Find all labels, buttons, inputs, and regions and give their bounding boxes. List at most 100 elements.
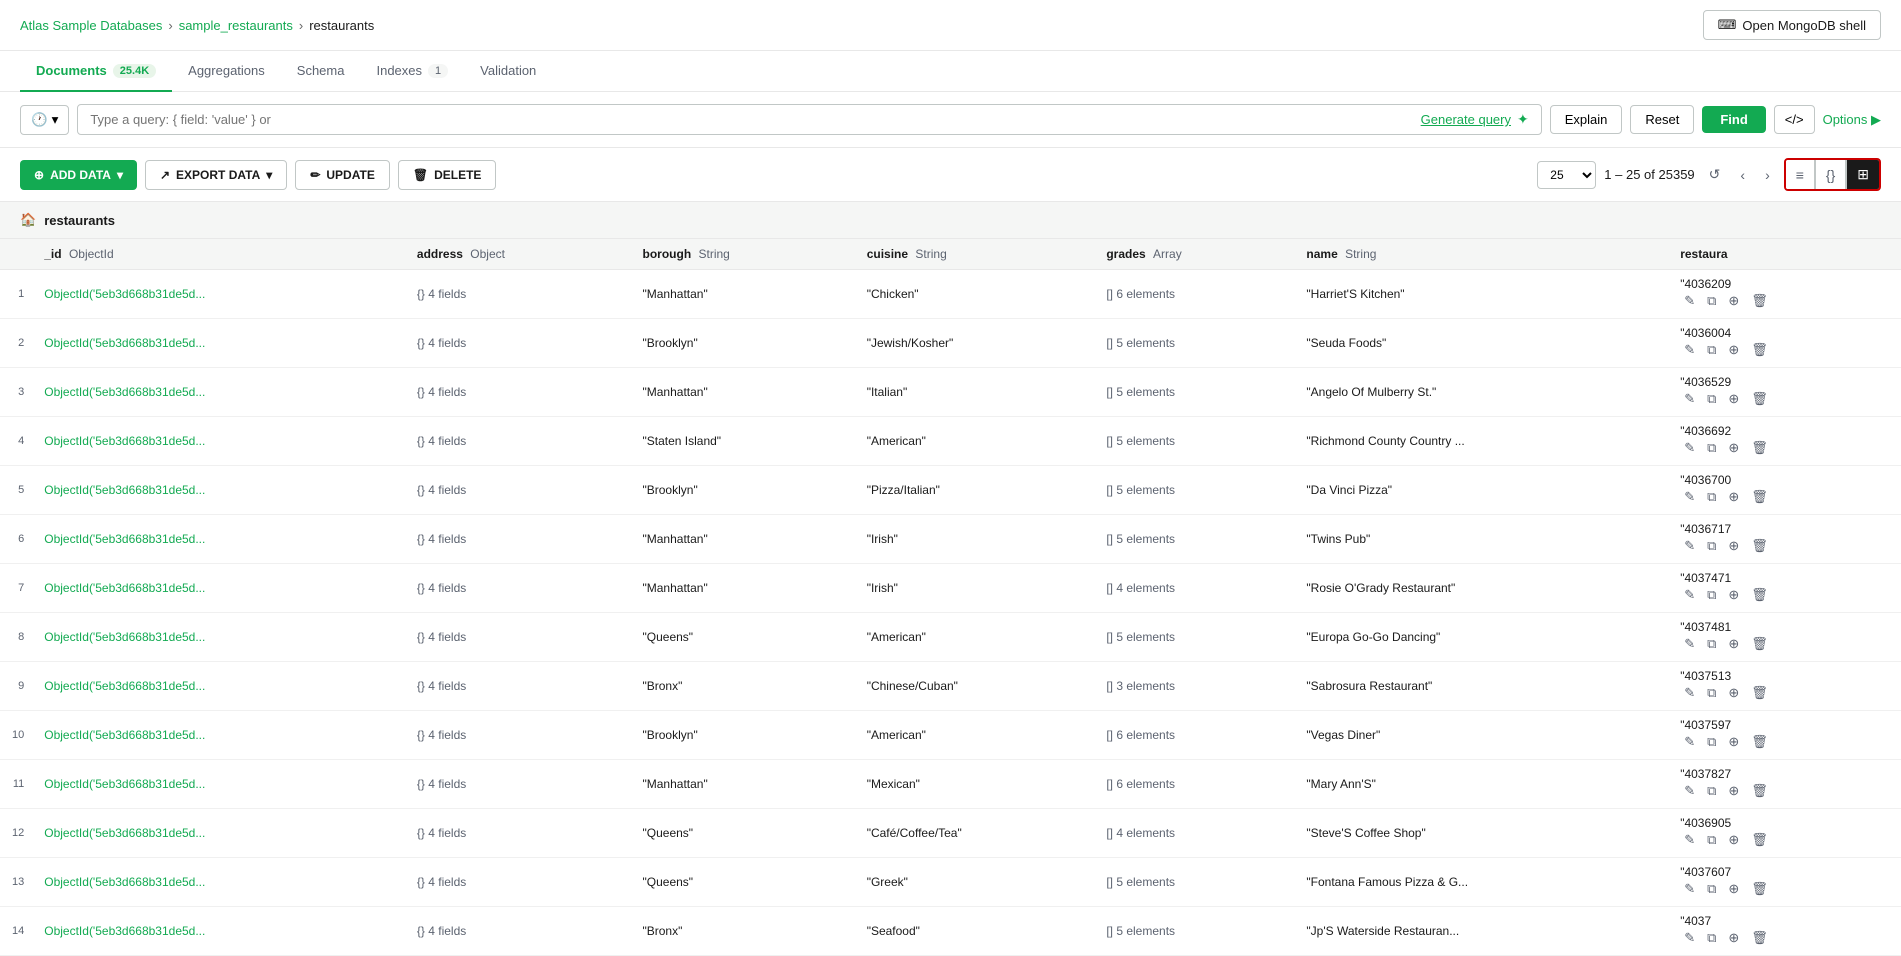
object-id-link[interactable]: ObjectId('5eb3d668b31de5d...: [44, 875, 205, 889]
collection-icon: 🏠: [20, 212, 36, 228]
tab-aggregations[interactable]: Aggregations: [172, 51, 281, 92]
row-edit-button[interactable]: ✎: [1680, 732, 1699, 752]
row-edit-button[interactable]: ✎: [1680, 585, 1699, 605]
row-delete-button[interactable]: 🗑: [1747, 781, 1772, 801]
explain-button[interactable]: Explain: [1550, 105, 1623, 134]
row-delete-button[interactable]: 🗑: [1747, 438, 1772, 458]
row-edit-button[interactable]: ✎: [1680, 291, 1699, 311]
update-button[interactable]: ✏ UPDATE: [295, 160, 390, 190]
collection-header: 🏠 restaurants: [0, 202, 1901, 239]
delete-button[interactable]: 🗑 DELETE: [398, 160, 497, 190]
row-copy-button[interactable]: ⧉: [1703, 291, 1720, 311]
row-clone-button[interactable]: ⊕: [1724, 291, 1743, 311]
row-edit-button[interactable]: ✎: [1680, 879, 1699, 899]
row-edit-button[interactable]: ✎: [1680, 928, 1699, 948]
row-copy-button[interactable]: ⧉: [1703, 683, 1720, 703]
tab-indexes[interactable]: Indexes 1: [360, 51, 464, 92]
row-clone-button[interactable]: ⊕: [1724, 781, 1743, 801]
prev-page-button[interactable]: ‹: [1734, 163, 1751, 187]
object-id-link[interactable]: ObjectId('5eb3d668b31de5d...: [44, 581, 205, 595]
row-copy-button[interactable]: ⧉: [1703, 928, 1720, 948]
object-id-link[interactable]: ObjectId('5eb3d668b31de5d...: [44, 630, 205, 644]
tab-documents[interactable]: Documents 25.4K: [20, 51, 172, 92]
row-clone-button[interactable]: ⊕: [1724, 830, 1743, 850]
row-clone-button[interactable]: ⊕: [1724, 438, 1743, 458]
object-id-link[interactable]: ObjectId('5eb3d668b31de5d...: [44, 532, 205, 546]
reset-button[interactable]: Reset: [1630, 105, 1694, 134]
row-edit-button[interactable]: ✎: [1680, 487, 1699, 507]
row-copy-button[interactable]: ⧉: [1703, 634, 1720, 654]
row-clone-button[interactable]: ⊕: [1724, 585, 1743, 605]
object-id-link[interactable]: ObjectId('5eb3d668b31de5d...: [44, 336, 205, 350]
next-page-button[interactable]: ›: [1759, 163, 1776, 187]
row-copy-button[interactable]: ⧉: [1703, 732, 1720, 752]
table-view-button[interactable]: ⊞: [1847, 160, 1879, 189]
query-history-button[interactable]: 🕐 ▾: [20, 105, 69, 135]
row-edit-button[interactable]: ✎: [1680, 781, 1699, 801]
row-clone-button[interactable]: ⊕: [1724, 389, 1743, 409]
object-id-link[interactable]: ObjectId('5eb3d668b31de5d...: [44, 287, 205, 301]
row-edit-button[interactable]: ✎: [1680, 389, 1699, 409]
row-copy-button[interactable]: ⧉: [1703, 340, 1720, 360]
refresh-button[interactable]: ↺: [1703, 162, 1727, 187]
per-page-select[interactable]: 25 50 100: [1537, 161, 1596, 189]
list-view-button[interactable]: ≡: [1786, 160, 1815, 189]
object-id-link[interactable]: ObjectId('5eb3d668b31de5d...: [44, 924, 205, 938]
open-shell-button[interactable]: ⌨ Open MongoDB shell: [1703, 10, 1881, 40]
breadcrumb-db[interactable]: sample_restaurants: [179, 18, 293, 33]
object-id-link[interactable]: ObjectId('5eb3d668b31de5d...: [44, 385, 205, 399]
add-data-button[interactable]: ⊕ ADD DATA ▾: [20, 160, 137, 190]
row-delete-button[interactable]: 🗑: [1747, 487, 1772, 507]
row-copy-button[interactable]: ⧉: [1703, 879, 1720, 899]
tab-schema[interactable]: Schema: [281, 51, 361, 92]
row-clone-button[interactable]: ⊕: [1724, 879, 1743, 899]
row-edit-button[interactable]: ✎: [1680, 340, 1699, 360]
options-button[interactable]: Options ▶: [1823, 112, 1881, 128]
code-view-button[interactable]: </>: [1774, 105, 1815, 134]
export-data-button[interactable]: ↗ EXPORT DATA ▾: [145, 160, 287, 190]
row-copy-button[interactable]: ⧉: [1703, 536, 1720, 556]
row-delete-button[interactable]: 🗑: [1747, 340, 1772, 360]
row-copy-button[interactable]: ⧉: [1703, 781, 1720, 801]
row-edit-button[interactable]: ✎: [1680, 830, 1699, 850]
object-id-link[interactable]: ObjectId('5eb3d668b31de5d...: [44, 434, 205, 448]
row-clone-button[interactable]: ⊕: [1724, 928, 1743, 948]
row-clone-button[interactable]: ⊕: [1724, 732, 1743, 752]
object-id-link[interactable]: ObjectId('5eb3d668b31de5d...: [44, 679, 205, 693]
row-copy-button[interactable]: ⧉: [1703, 487, 1720, 507]
row-edit-button[interactable]: ✎: [1680, 438, 1699, 458]
row-copy-button[interactable]: ⧉: [1703, 389, 1720, 409]
row-delete-button[interactable]: 🗑: [1747, 291, 1772, 311]
row-clone-button[interactable]: ⊕: [1724, 487, 1743, 507]
row-edit-button[interactable]: ✎: [1680, 536, 1699, 556]
tab-validation[interactable]: Validation: [464, 51, 552, 92]
object-id-link[interactable]: ObjectId('5eb3d668b31de5d...: [44, 826, 205, 840]
row-clone-button[interactable]: ⊕: [1724, 634, 1743, 654]
cell-name: "Da Vinci Pizza": [1294, 466, 1668, 515]
row-delete-button[interactable]: 🗑: [1747, 879, 1772, 899]
row-delete-button[interactable]: 🗑: [1747, 732, 1772, 752]
row-delete-button[interactable]: 🗑: [1747, 389, 1772, 409]
row-delete-button[interactable]: 🗑: [1747, 830, 1772, 850]
row-clone-button[interactable]: ⊕: [1724, 536, 1743, 556]
row-copy-button[interactable]: ⧉: [1703, 585, 1720, 605]
json-view-button[interactable]: {}: [1816, 160, 1846, 189]
object-id-link[interactable]: ObjectId('5eb3d668b31de5d...: [44, 728, 205, 742]
row-copy-button[interactable]: ⧉: [1703, 830, 1720, 850]
find-button[interactable]: Find: [1702, 106, 1765, 133]
generate-query-link[interactable]: Generate query: [1421, 112, 1511, 127]
object-id-link[interactable]: ObjectId('5eb3d668b31de5d...: [44, 777, 205, 791]
query-input[interactable]: [90, 112, 1414, 127]
breadcrumb-root[interactable]: Atlas Sample Databases: [20, 18, 162, 33]
row-delete-button[interactable]: 🗑: [1747, 683, 1772, 703]
row-delete-button[interactable]: 🗑: [1747, 634, 1772, 654]
row-delete-button[interactable]: 🗑: [1747, 928, 1772, 948]
object-id-link[interactable]: ObjectId('5eb3d668b31de5d...: [44, 483, 205, 497]
row-delete-button[interactable]: 🗑: [1747, 585, 1772, 605]
row-edit-button[interactable]: ✎: [1680, 634, 1699, 654]
row-clone-button[interactable]: ⊕: [1724, 340, 1743, 360]
row-delete-button[interactable]: 🗑: [1747, 536, 1772, 556]
row-clone-button[interactable]: ⊕: [1724, 683, 1743, 703]
row-copy-button[interactable]: ⧉: [1703, 438, 1720, 458]
row-edit-button[interactable]: ✎: [1680, 683, 1699, 703]
